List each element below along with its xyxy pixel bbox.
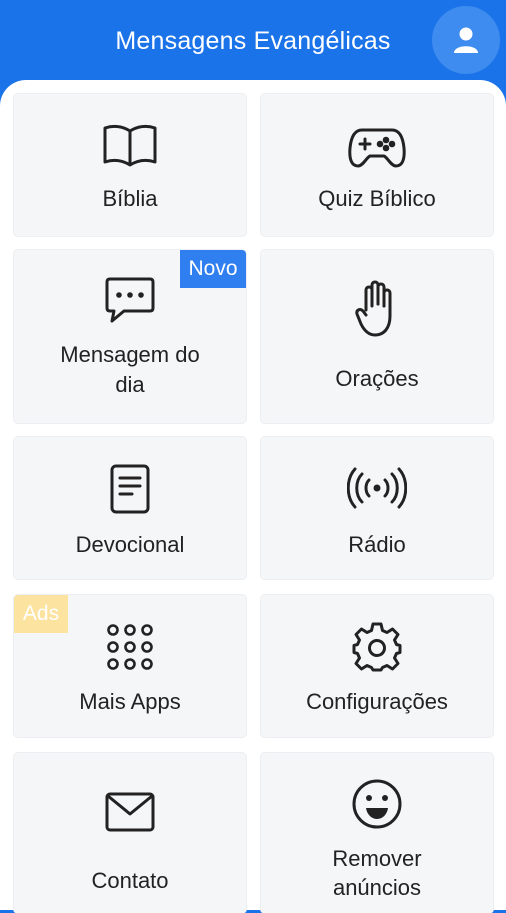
menu-label-oracoes: Orações xyxy=(335,366,419,391)
smiley-icon xyxy=(352,779,402,829)
menu-label-mensagem-line2: dia xyxy=(115,372,145,397)
menu-card-configuracoes[interactable]: Configurações xyxy=(261,595,493,737)
ads-badge: Ads xyxy=(14,595,68,633)
menu-label-contato: Contato xyxy=(91,868,169,893)
new-badge: Novo xyxy=(180,250,246,288)
menu-card-remover-anuncios[interactable]: Remover anúncios xyxy=(261,753,493,913)
menu-card-devocional[interactable]: Devocional xyxy=(14,437,246,579)
app-header: Mensagens Evangélicas xyxy=(0,0,506,90)
menu-label-mais-apps: Mais Apps xyxy=(79,689,181,714)
menu-label-devocional: Devocional xyxy=(75,532,185,557)
document-icon xyxy=(110,464,150,514)
menu-card-oracoes[interactable]: Orações xyxy=(261,250,493,423)
grid-dots-icon xyxy=(107,624,153,670)
app-title: Mensagens Evangélicas xyxy=(115,26,391,55)
menu-card-mensagem[interactable]: Mensagem do dia Novo xyxy=(14,250,246,423)
menu-card-mais-apps[interactable]: Mais Apps Ads xyxy=(14,595,246,737)
chat-bubble-icon xyxy=(105,277,155,323)
menu-label-configuracoes: Configurações xyxy=(306,689,448,714)
menu-card-biblia[interactable]: Bíblia xyxy=(14,94,246,236)
menu-card-quiz[interactable]: Quiz Bíblico xyxy=(261,94,493,236)
gear-icon xyxy=(352,622,402,672)
menu-label-mensagem-line1: Mensagem do xyxy=(60,342,200,367)
menu-label-remover-line2: anúncios xyxy=(332,875,422,900)
hand-icon xyxy=(355,280,392,337)
profile-button[interactable] xyxy=(432,6,500,74)
menu-label-radio: Rádio xyxy=(348,532,406,557)
envelope-icon xyxy=(105,792,155,832)
menu-sheet: Bíblia Quiz Bíblico Mensagem do dia Novo… xyxy=(0,80,506,913)
menu-label-quiz: Quiz Bíblico xyxy=(318,186,436,211)
gamepad-icon xyxy=(348,128,406,168)
radio-broadcast-icon xyxy=(347,467,407,509)
user-profile-icon xyxy=(454,27,478,53)
menu-label-biblia: Bíblia xyxy=(102,186,158,211)
menu-card-radio[interactable]: Rádio xyxy=(261,437,493,579)
menu-card-contato[interactable]: Contato xyxy=(14,753,246,913)
book-icon xyxy=(103,124,157,167)
menu-label-remover-line1: Remover xyxy=(332,846,422,871)
